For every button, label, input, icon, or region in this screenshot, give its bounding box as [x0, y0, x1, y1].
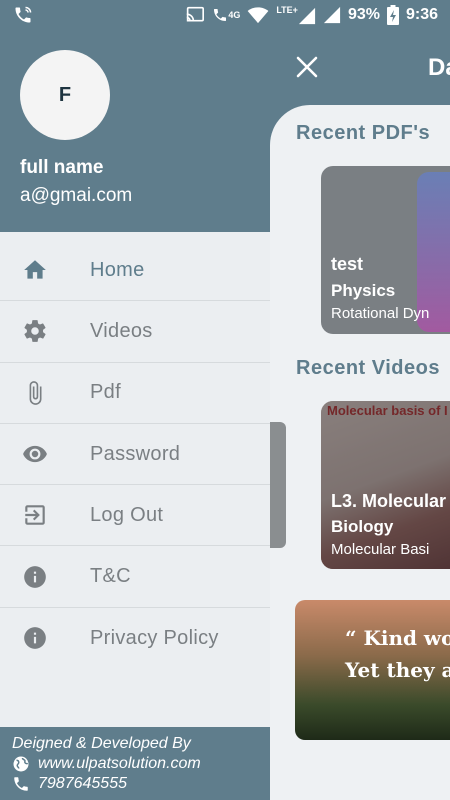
drawer-footer: Deigned & Developed By www.ulpatsolution…	[0, 727, 270, 800]
user-email: a@gmai.com	[20, 185, 133, 206]
menu-item-tnc[interactable]: T&C	[0, 546, 270, 608]
signal-icon	[323, 6, 341, 24]
info-icon	[24, 627, 46, 650]
menu-item-pdf[interactable]: Pdf	[0, 363, 270, 424]
menu-item-home[interactable]: Home	[0, 240, 270, 302]
cast-icon	[186, 6, 205, 22]
pdf-card-subject: Physics	[331, 281, 396, 300]
battery-icon	[386, 5, 399, 25]
phone-icon	[14, 777, 28, 791]
signal-icon	[298, 7, 316, 25]
network-label: 4G	[228, 10, 241, 20]
menu-item-logout[interactable]: Log Out	[0, 485, 270, 547]
close-icon[interactable]	[296, 56, 318, 78]
menu-item-privacy-policy[interactable]: Privacy Policy	[0, 608, 270, 669]
website-link[interactable]: www.ulpatsolution.com	[12, 754, 270, 774]
menu-label: Password	[90, 442, 181, 465]
lte-signal: LTE+	[276, 5, 316, 25]
pdf-card[interactable]: test Physics Rotational Dyn	[321, 166, 450, 334]
logout-icon	[25, 505, 45, 526]
menu-label: T&C	[90, 565, 131, 588]
quote-line-1: “ Kind word	[345, 626, 450, 650]
menu-item-password[interactable]: Password	[0, 424, 270, 486]
network-label2: LTE+	[276, 5, 298, 15]
avatar[interactable]: F	[20, 50, 110, 140]
menu-label: Log Out	[90, 503, 164, 526]
recent-pdfs-title: Recent PDF's	[296, 122, 431, 144]
quote-banner[interactable]: “ Kind word Yet they ac	[295, 600, 450, 740]
eye-icon	[23, 445, 47, 463]
phone-link[interactable]: 7987645555	[12, 774, 270, 794]
phone-text: 7987645555	[38, 775, 127, 792]
menu-label: Home	[90, 258, 145, 281]
navigation-drawer: F full name a@gmai.com Home Videos Pdf P…	[0, 30, 270, 800]
paperclip-icon	[29, 380, 42, 405]
video-card-title: L3. Molecular	[331, 491, 447, 511]
pdf-card-title: test	[331, 254, 364, 274]
pdf-card-topic: Rotational Dyn	[331, 305, 430, 322]
menu-label: Privacy Policy	[90, 626, 219, 649]
gear-icon	[24, 320, 46, 343]
video-card[interactable]: Molecular basis of I L3. Molecular Biolo…	[321, 401, 450, 569]
website-text: www.ulpatsolution.com	[38, 755, 201, 772]
menu-label: Pdf	[90, 381, 121, 404]
video-card-subject: Biology	[331, 517, 394, 536]
globe-icon	[13, 756, 29, 772]
drawer-menu: Home Videos Pdf Password Log Out T&C Pri…	[0, 240, 270, 669]
page-title: Da	[428, 54, 450, 81]
menu-item-videos[interactable]: Videos	[0, 301, 270, 363]
quote-line-2: Yet they ac	[345, 658, 450, 682]
volte-icon: 4G	[212, 6, 240, 24]
battery-percent: 93%	[347, 6, 380, 23]
drawer-header: F full name a@gmai.com	[0, 30, 270, 232]
clock: 9:36	[405, 6, 438, 23]
info-icon	[24, 565, 46, 588]
video-card-topic: Molecular Basi	[331, 541, 430, 558]
wifi-icon	[247, 7, 269, 24]
status-bar: 4G LTE+ 93% 9:36	[0, 0, 450, 30]
credits-text: Deigned & Developed By	[12, 735, 191, 752]
home-icon	[24, 260, 46, 279]
menu-label: Videos	[90, 319, 153, 342]
recent-videos-title: Recent Videos	[296, 357, 440, 379]
user-name: full name	[20, 157, 104, 178]
wifi-call-icon	[15, 6, 32, 23]
